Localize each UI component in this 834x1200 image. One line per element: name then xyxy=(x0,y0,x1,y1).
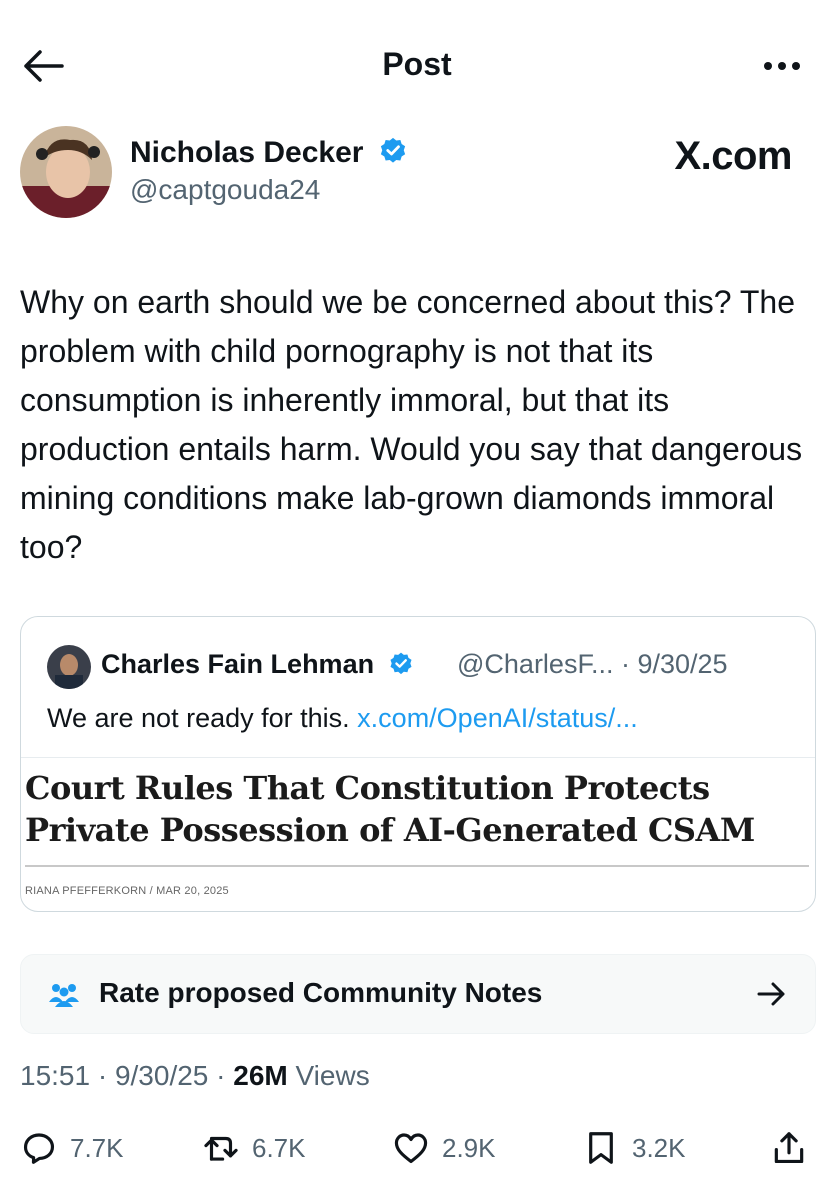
post-meta: 15:51 · 9/30/25 · 26M Views xyxy=(20,1060,370,1092)
share-button[interactable] xyxy=(770,1128,808,1168)
divider xyxy=(21,757,815,758)
page-title: Post xyxy=(382,46,452,82)
community-notes-button[interactable]: Rate proposed Community Notes xyxy=(20,954,816,1034)
quoted-text-body: We are not ready for this. xyxy=(47,703,350,733)
verified-badge-icon xyxy=(378,136,408,166)
more-button[interactable] xyxy=(760,52,804,80)
author-name-text: Nicholas Decker xyxy=(130,136,364,169)
author-name[interactable]: Nicholas Decker xyxy=(130,136,408,170)
quoted-avatar xyxy=(47,645,91,689)
quoted-link[interactable]: x.com/OpenAI/status/... xyxy=(357,703,638,733)
avatar-image xyxy=(20,126,112,218)
like-count: 2.9K xyxy=(442,1132,496,1163)
more-horizontal-icon xyxy=(764,62,800,70)
post-text: Why on earth should we be concerned abou… xyxy=(20,284,803,565)
repost-count: 6.7K xyxy=(252,1132,306,1163)
author-handle[interactable]: @captgouda24 xyxy=(130,174,320,206)
quoted-post[interactable]: Charles Fain Lehman @CharlesF... · 9/30/… xyxy=(20,616,816,912)
arrow-right-icon xyxy=(757,982,785,1006)
verified-badge-icon xyxy=(388,651,414,677)
avatar[interactable] xyxy=(20,126,112,218)
repost-button[interactable]: 6.7K xyxy=(202,1128,306,1168)
quoted-author-name: Charles Fain Lehman xyxy=(101,649,414,680)
reply-count: 7.7K xyxy=(70,1132,124,1163)
article-byline: RIANA PFEFFERKORN / MAR 20, 2025 xyxy=(25,885,229,897)
repost-icon xyxy=(204,1136,238,1161)
article-headline: Court Rules That Constitution Protects P… xyxy=(25,769,755,849)
bookmark-count: 3.2K xyxy=(632,1132,686,1163)
like-button[interactable]: 2.9K xyxy=(392,1128,496,1168)
reply-icon xyxy=(23,1133,55,1164)
reply-button[interactable]: 7.7K xyxy=(20,1128,124,1168)
heart-icon xyxy=(394,1133,428,1164)
bookmark-button[interactable]: 3.2K xyxy=(582,1128,686,1168)
quoted-handle-date: @CharlesF... · 9/30/25 xyxy=(457,649,728,679)
views-label: Views xyxy=(287,1060,370,1091)
divider xyxy=(25,865,809,867)
quoted-text: We are not ready for this. x.com/OpenAI/… xyxy=(47,703,638,734)
post-timestamp[interactable]: 15:51 · 9/30/25 · xyxy=(20,1060,233,1091)
watermark: X.com xyxy=(674,134,792,178)
bookmark-icon xyxy=(589,1132,613,1164)
views-count: 26M xyxy=(233,1060,288,1091)
people-icon xyxy=(49,984,79,1007)
quoted-author-name-text: Charles Fain Lehman xyxy=(101,649,375,679)
share-icon xyxy=(774,1132,804,1164)
community-notes-label: Rate proposed Community Notes xyxy=(99,977,543,1008)
